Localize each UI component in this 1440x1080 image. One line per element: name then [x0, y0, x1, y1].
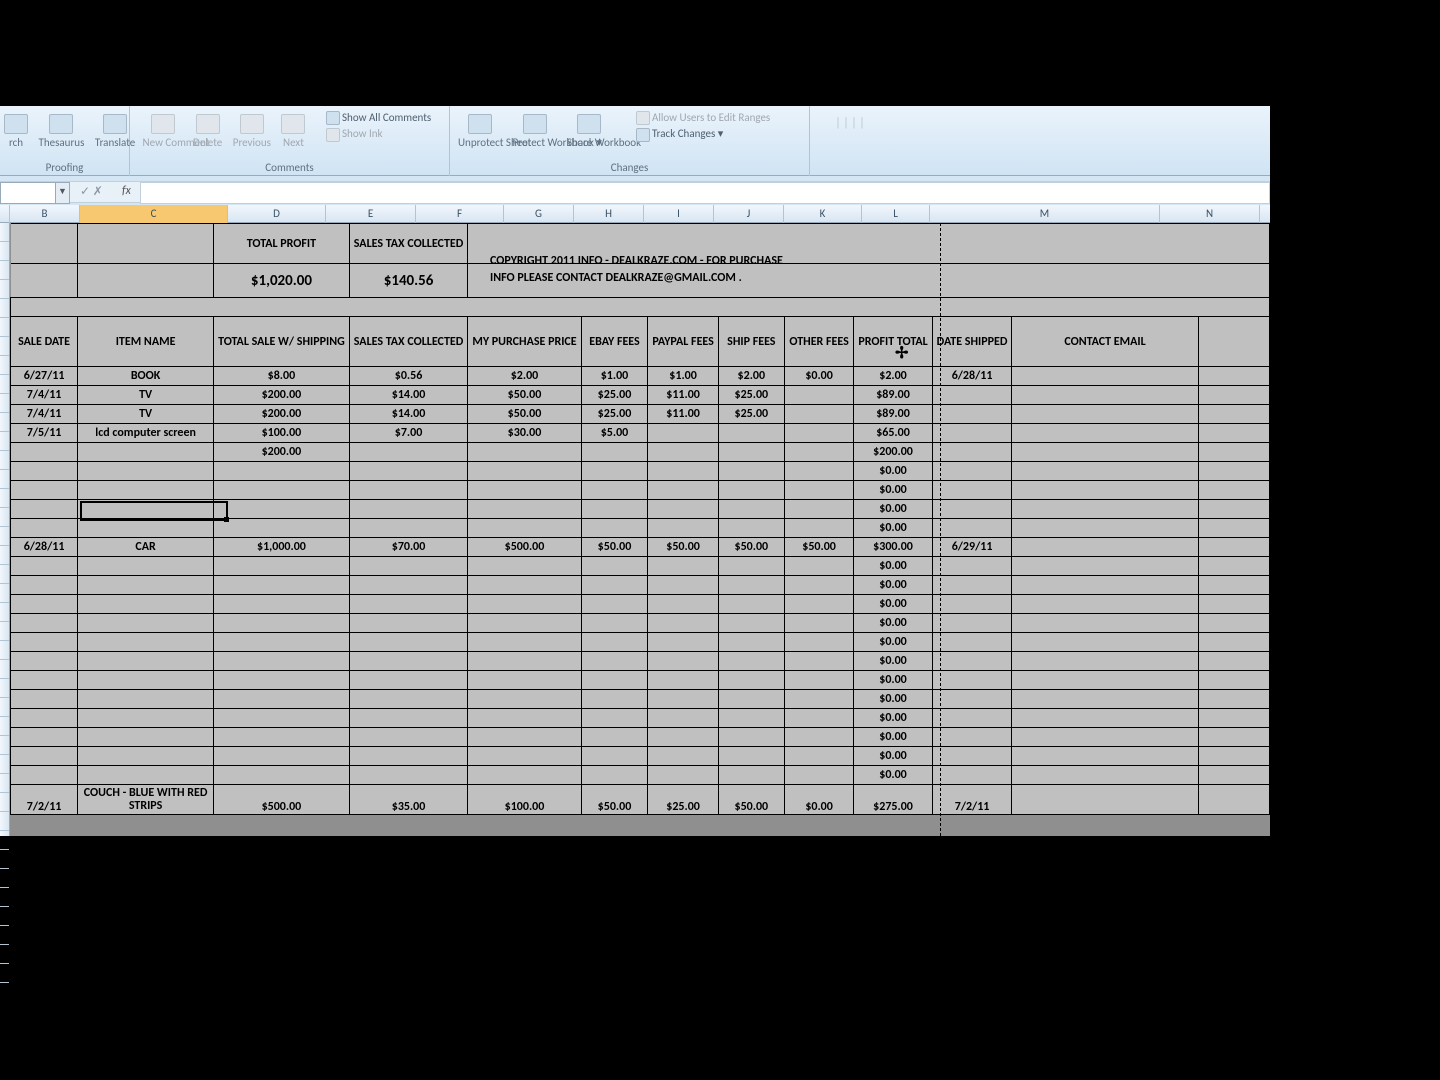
col-N[interactable]: N: [1160, 205, 1260, 223]
group-label: Comments: [130, 161, 449, 174]
protect-icon: [636, 111, 650, 125]
col-J[interactable]: J: [714, 205, 784, 223]
ribbon: rch Thesaurus Translate Proofing New Com…: [0, 106, 1270, 176]
fx-controls: ✓ ✗: [74, 182, 109, 204]
prev-comment-button[interactable]: Previous: [229, 108, 275, 149]
track-icon: [636, 128, 650, 142]
spelling-button[interactable]: rch: [0, 108, 32, 149]
delete-comment-button[interactable]: Delete: [189, 108, 226, 149]
formula-bar: ▼ ✓ ✗ fx: [0, 181, 1270, 203]
ribbon-group-changes: Unprotect Sheet Protect Workbook ▾ Share…: [450, 106, 810, 176]
col-C[interactable]: C: [80, 205, 228, 223]
col-G[interactable]: G: [504, 205, 574, 223]
group-label: Changes: [450, 161, 809, 174]
col-I[interactable]: I: [644, 205, 714, 223]
col-D[interactable]: D: [228, 205, 326, 223]
ribbon-group-extra: │ │ │ │: [810, 106, 890, 176]
comment-icon: [326, 111, 340, 125]
namebox-dropdown-icon[interactable]: ▼: [55, 183, 69, 203]
group-label: Proofing: [0, 161, 129, 174]
share-workbook-button[interactable]: Share Workbook: [563, 108, 615, 149]
track-changes-button[interactable]: Track Changes ▾: [630, 126, 770, 142]
ribbon-group-comments: New Comment Delete Previous Next Show Al…: [130, 106, 450, 176]
fx-icon[interactable]: fx: [122, 184, 131, 198]
col-H[interactable]: H: [574, 205, 644, 223]
allow-edit-ranges-button[interactable]: Allow Users to Edit Ranges: [630, 110, 770, 126]
show-ink-button[interactable]: Show Ink: [320, 126, 431, 142]
ink-icon: [326, 128, 340, 142]
thesaurus-button[interactable]: Thesaurus: [35, 108, 89, 149]
column-headers[interactable]: B C D E F G H I J K L M N: [0, 205, 1270, 223]
unprotect-sheet-button[interactable]: Unprotect Sheet: [454, 108, 506, 149]
col-B[interactable]: B: [10, 205, 80, 223]
row-headers[interactable]: [0, 223, 10, 836]
copyright-text: COPYRIGHT 2011 INFO - DEALKRAZE.COM - FO…: [490, 253, 783, 287]
ribbon-group-proofing: rch Thesaurus Translate Proofing: [0, 106, 130, 176]
col-F[interactable]: F: [416, 205, 504, 223]
name-box[interactable]: ▼: [0, 182, 70, 204]
formula-input[interactable]: [140, 182, 1270, 204]
new-comment-button[interactable]: New Comment: [139, 108, 187, 149]
spreadsheet-grid[interactable]: TOTAL PROFITSALES TAX COLLECTED$1,020.00…: [10, 223, 1270, 836]
excel-window: rch Thesaurus Translate Proofing New Com…: [0, 106, 1270, 836]
col-M[interactable]: M: [930, 205, 1160, 223]
col-K[interactable]: K: [784, 205, 862, 223]
col-L[interactable]: L: [862, 205, 930, 223]
protect-workbook-button[interactable]: Protect Workbook ▾: [509, 108, 561, 149]
next-comment-button[interactable]: Next: [277, 108, 309, 149]
page-break-line: [940, 223, 941, 836]
col-E[interactable]: E: [326, 205, 416, 223]
show-all-comments-button[interactable]: Show All Comments: [320, 110, 431, 126]
